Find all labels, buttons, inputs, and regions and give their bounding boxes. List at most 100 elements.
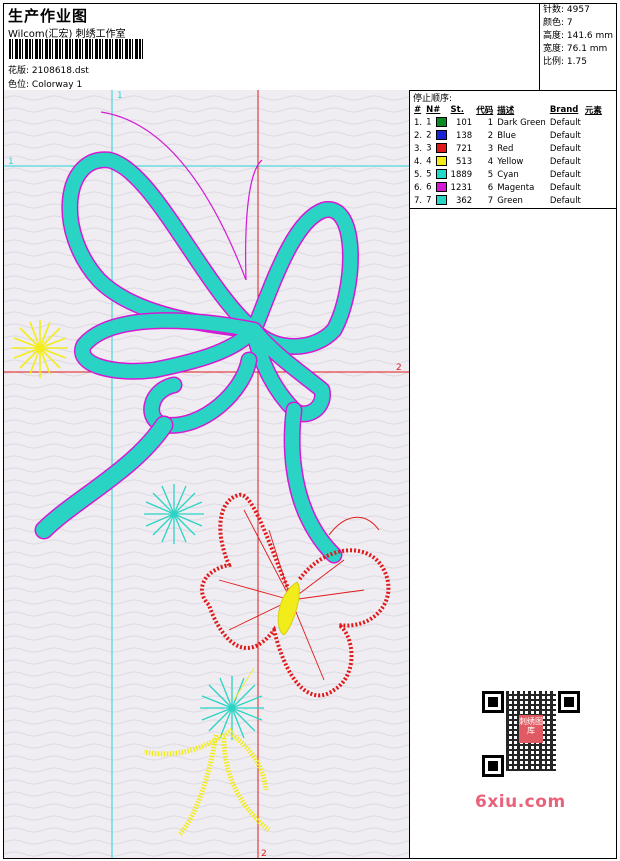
color-swatch [435, 143, 447, 154]
colorway-value: Colorway 1 [31, 80, 83, 90]
barcode [9, 39, 145, 59]
sheet-title: 生产作业图 [8, 7, 89, 25]
needle-number: 7 [426, 195, 432, 206]
qr-finder-top-left [482, 691, 504, 713]
table-row: 3. 3 721 3 Red Default [412, 142, 604, 155]
row-stitches: 1231 [450, 182, 473, 193]
row-code: 4 [487, 156, 494, 167]
design-height: 高度: 141.6 mm [543, 31, 614, 41]
col-code: 代码 [476, 105, 494, 116]
row-element [583, 142, 604, 155]
row-index: 7. [414, 195, 423, 206]
row-code: 3 [487, 143, 494, 154]
row-needle: 5 [424, 168, 448, 181]
row-index: 3. [414, 143, 423, 154]
embroidery-preview-svg: 1 1 2 2 [4, 90, 409, 858]
row-description: Yellow [497, 156, 524, 167]
table-row: 5. 5 1889 5 Cyan Default [412, 168, 604, 181]
design-scale: 比例: 1.75 [543, 57, 587, 67]
row-index: 6. [414, 182, 423, 193]
row-element [583, 129, 604, 142]
design-file-value: 2108618.dst [31, 66, 89, 76]
row-description: Blue [497, 130, 517, 141]
row-stitches: 513 [455, 156, 473, 167]
row-description: Red [497, 143, 514, 154]
color-swatch [435, 156, 447, 167]
row-brand: Default [549, 117, 581, 128]
row-index: 1. [414, 117, 423, 128]
watermark-logo: 6xiu.com [475, 792, 566, 812]
design-file: 花版: 2108618.dst [8, 63, 89, 76]
design-width: 宽度: 76.1 mm [543, 44, 608, 54]
row-needle: 1 [424, 116, 448, 129]
col-element: 元素 [584, 105, 602, 116]
design-stats: 针数: 4957 颜色: 7 高度: 141.6 mm 宽度: 76.1 mm … [539, 4, 617, 90]
guide-v2-label: 2 [261, 849, 267, 858]
row-description: Dark Green [497, 117, 546, 128]
row-stitches: 1889 [450, 169, 473, 180]
col-stitches: St. [450, 104, 464, 115]
row-needle: 6 [424, 181, 448, 194]
sheet-header: 生产作业图 Wilcom(汇宏) 刺绣工作室 花版: 2108618.dst 色… [4, 4, 616, 91]
col-needle: N# [426, 104, 441, 115]
guide-v1-label: 1 [117, 91, 123, 101]
col-brand: Brand [549, 104, 579, 115]
row-element [583, 168, 604, 181]
stitch-count: 针数: 4957 [543, 5, 590, 15]
color-swatch [435, 182, 447, 193]
color-swatch [435, 195, 447, 206]
row-brand: Default [549, 195, 581, 206]
row-element [583, 116, 604, 129]
row-stitches: 721 [455, 143, 473, 154]
color-count: 颜色: 7 [543, 18, 573, 28]
needle-number: 3 [426, 143, 432, 154]
row-code: 1 [487, 117, 494, 128]
row-brand: Default [549, 130, 581, 141]
row-index: 4. [414, 156, 423, 167]
needle-number: 2 [426, 130, 432, 141]
table-row: 7. 7 362 7 Green Default [412, 194, 604, 207]
row-brand: Default [549, 182, 581, 193]
row-code: 5 [487, 169, 494, 180]
row-description: Magenta [497, 182, 535, 193]
table-row: 2. 2 138 2 Blue Default [412, 129, 604, 142]
row-brand: Default [549, 169, 581, 180]
guide-h2-label: 2 [396, 363, 402, 373]
color-sequence-table: # N# St. 代码 描述 Brand 元素 1. 1 101 1 Dark Gree… [412, 103, 604, 207]
table-row: 4. 4 513 4 Yellow Default [412, 155, 604, 168]
row-needle: 3 [424, 142, 448, 155]
row-needle: 7 [424, 194, 448, 207]
row-code: 6 [487, 182, 494, 193]
row-stitches: 362 [455, 195, 473, 206]
color-swatch [435, 130, 447, 141]
qr-seal: 刺绣图库 [519, 715, 543, 743]
needle-number: 6 [426, 182, 432, 193]
color-swatch [435, 117, 447, 128]
needle-number: 5 [426, 169, 432, 180]
row-stitches: 138 [455, 130, 473, 141]
color-swatch [435, 169, 447, 180]
row-index: 5. [414, 169, 423, 180]
row-code: 2 [487, 130, 494, 141]
row-description: Cyan [497, 169, 519, 180]
qr-finder-top-right [558, 691, 580, 713]
col-description: 描述 [497, 105, 515, 116]
panel-divider [410, 208, 617, 209]
cyan-pompom-upper [144, 484, 204, 544]
row-element [583, 155, 604, 168]
colorway-label: 色位: [8, 80, 30, 90]
needle-number: 1 [426, 117, 432, 128]
row-description: Green [497, 195, 523, 206]
row-brand: Default [549, 156, 581, 167]
table-header-row: # N# St. 代码 描述 Brand 元素 [412, 103, 604, 116]
row-element [583, 181, 604, 194]
row-needle: 2 [424, 129, 448, 142]
row-code: 7 [487, 195, 494, 206]
colorway: 色位: Colorway 1 [8, 77, 82, 90]
color-sequence-panel: 停止顺序: # N# St. 代码 描述 Brand 元素 1. 1 101 1 Dar… [409, 90, 617, 858]
design-preview: 1 1 2 2 [4, 90, 409, 858]
table-row: 6. 6 1231 6 Magenta Default [412, 181, 604, 194]
guide-h1-label: 1 [8, 157, 14, 167]
needle-number: 4 [426, 156, 432, 167]
row-element [583, 194, 604, 207]
